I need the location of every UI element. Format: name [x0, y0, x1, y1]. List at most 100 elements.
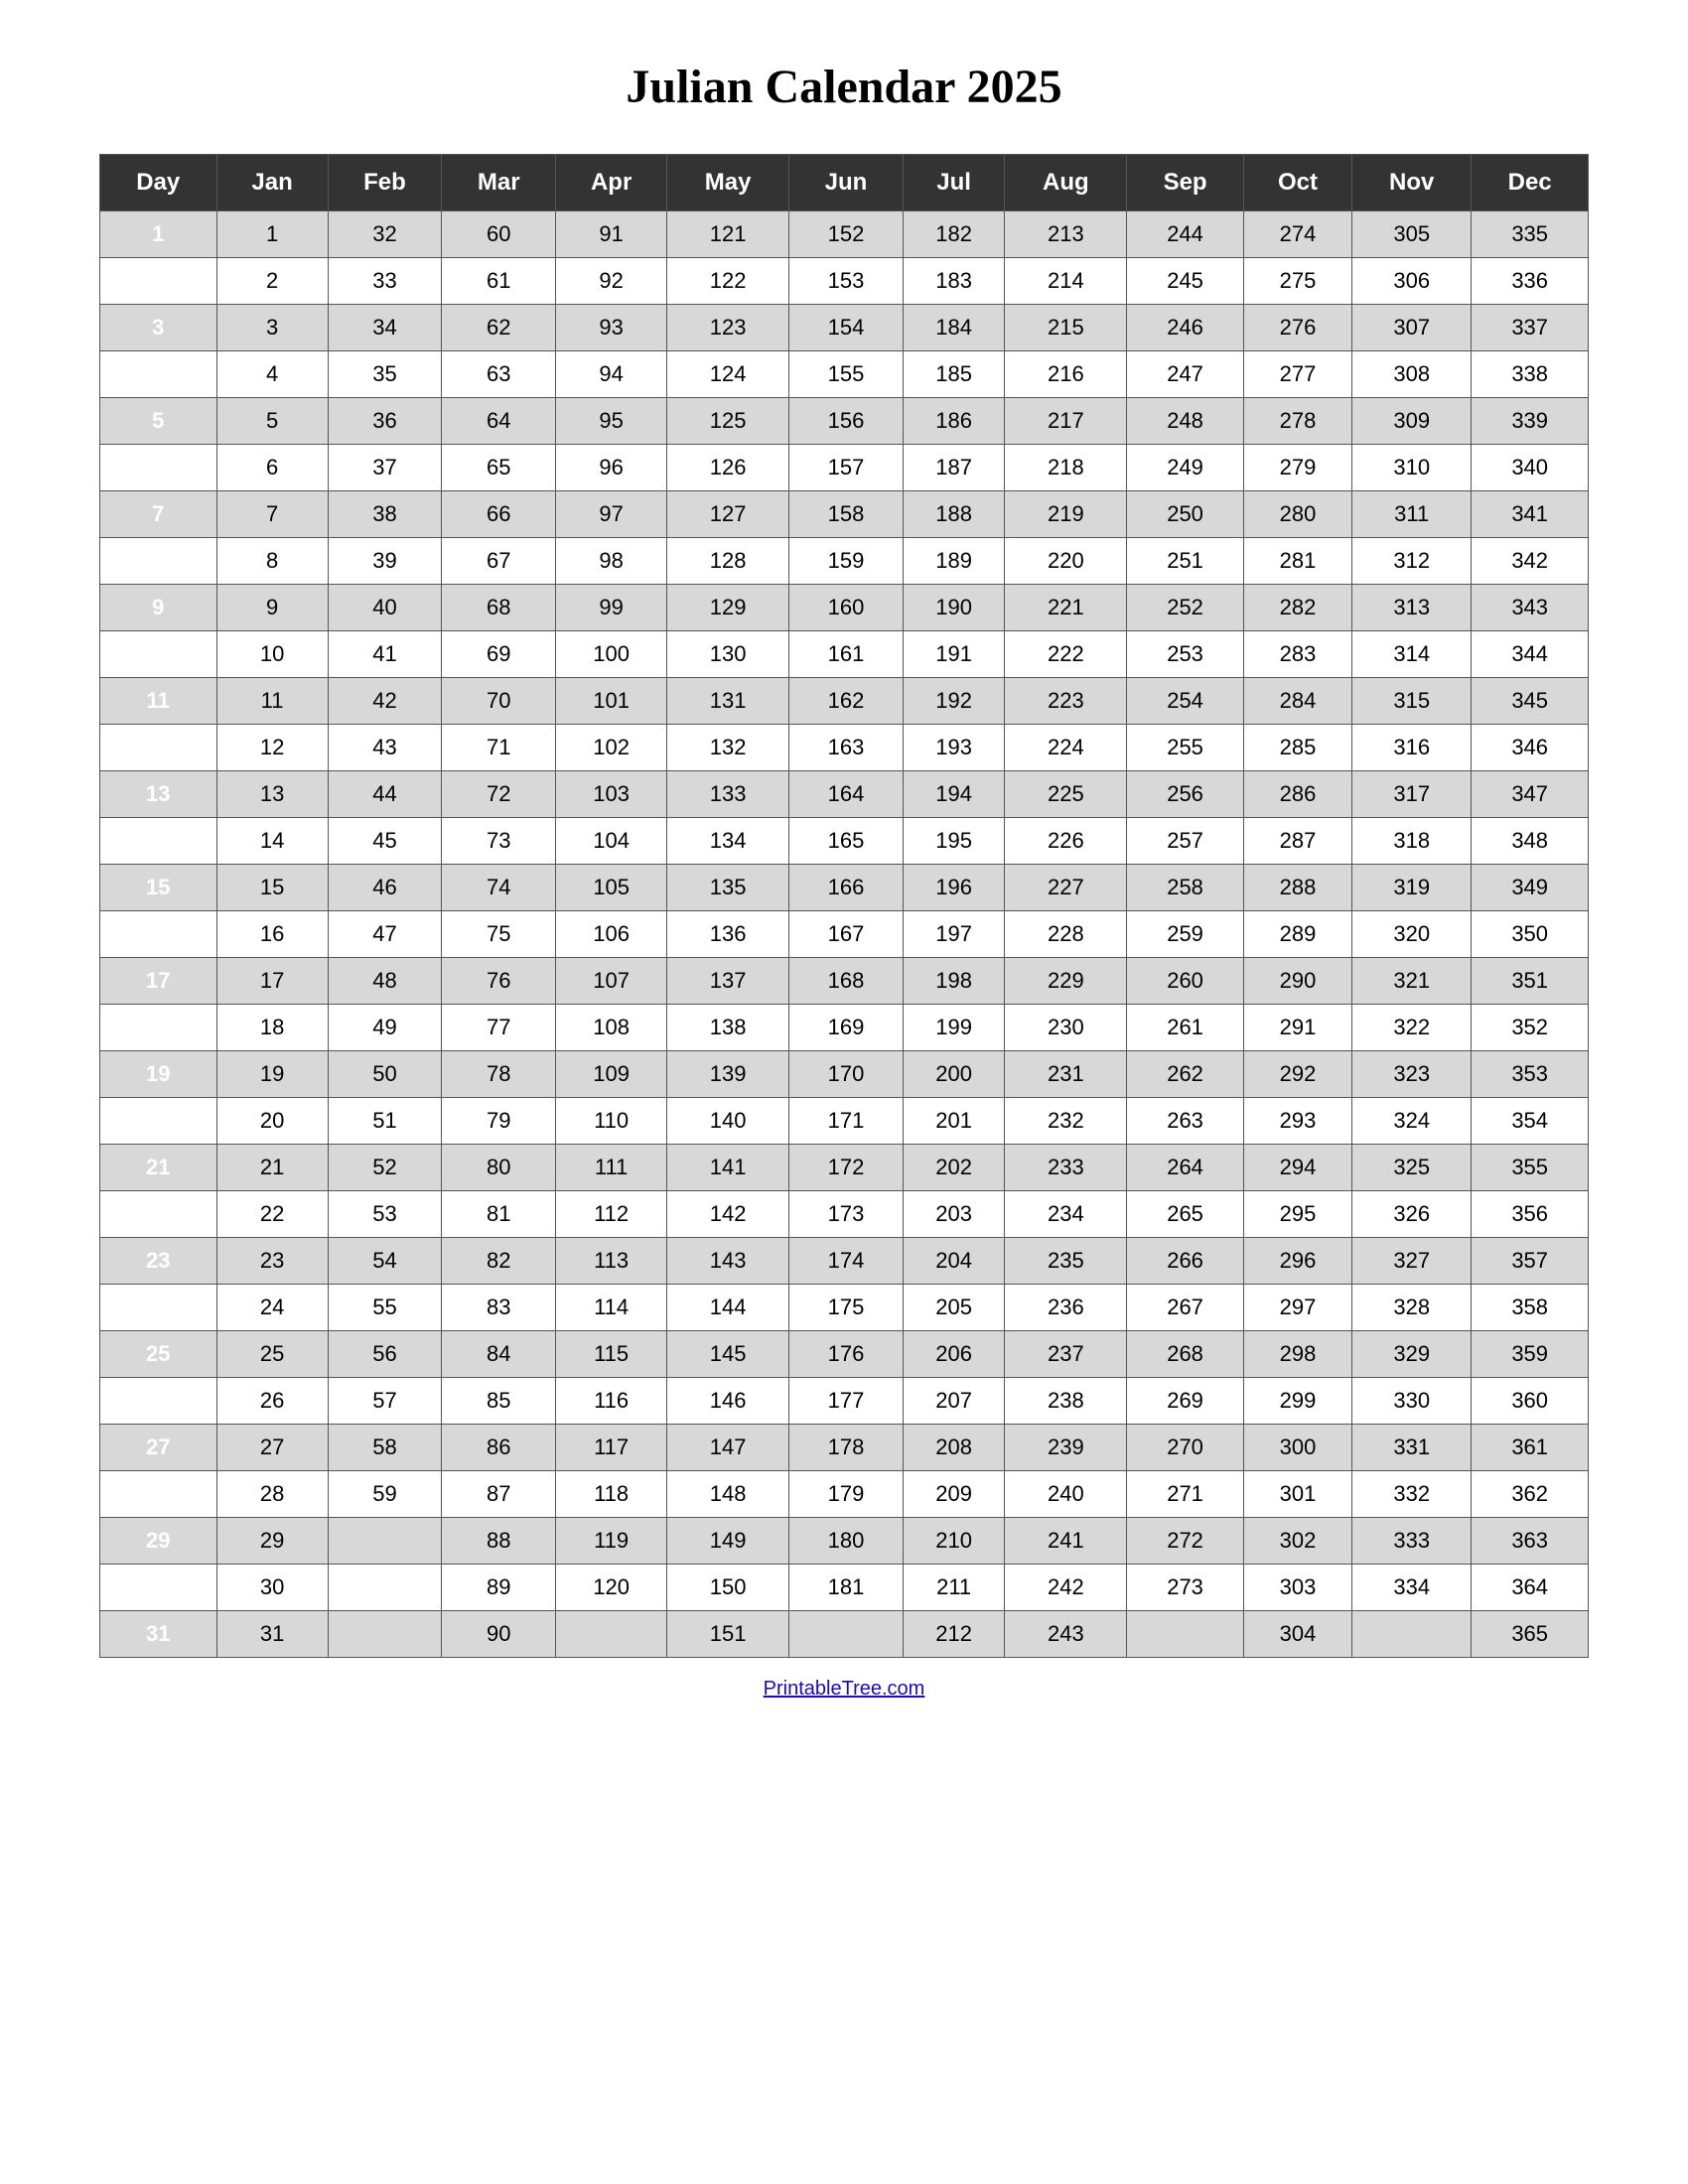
oct-cell: 281	[1243, 538, 1351, 585]
apr-cell: 103	[556, 771, 667, 818]
feb-cell: 55	[328, 1285, 442, 1331]
jul-cell: 187	[903, 445, 1004, 491]
day-cell: 20	[100, 1098, 217, 1145]
jul-cell: 206	[903, 1331, 1004, 1378]
oct-cell: 296	[1243, 1238, 1351, 1285]
sep-cell: 269	[1127, 1378, 1244, 1425]
jun-cell: 163	[789, 725, 904, 771]
aug-cell: 227	[1005, 865, 1127, 911]
feb-cell: 56	[328, 1331, 442, 1378]
sep-cell: 248	[1127, 398, 1244, 445]
day-cell: 12	[100, 725, 217, 771]
jan-cell: 12	[216, 725, 328, 771]
dec-cell: 354	[1472, 1098, 1589, 1145]
nov-cell: 317	[1352, 771, 1472, 818]
table-row: 55366495125156186217248278309339	[100, 398, 1589, 445]
day-cell: 10	[100, 631, 217, 678]
aug-cell: 236	[1005, 1285, 1127, 1331]
table-row: 27275886117147178208239270300331361	[100, 1425, 1589, 1471]
jan-cell: 10	[216, 631, 328, 678]
jan-cell: 4	[216, 351, 328, 398]
jan-cell: 25	[216, 1331, 328, 1378]
col-header-oct: Oct	[1243, 155, 1351, 211]
day-cell: 15	[100, 865, 217, 911]
aug-cell: 224	[1005, 725, 1127, 771]
day-cell: 6	[100, 445, 217, 491]
table-row: 19195078109139170200231262292323353	[100, 1051, 1589, 1098]
feb-cell: 39	[328, 538, 442, 585]
jan-cell: 7	[216, 491, 328, 538]
day-cell: 24	[100, 1285, 217, 1331]
jun-cell: 152	[789, 211, 904, 258]
dec-cell: 346	[1472, 725, 1589, 771]
mar-cell: 64	[442, 398, 556, 445]
sep-cell: 252	[1127, 585, 1244, 631]
oct-cell: 302	[1243, 1518, 1351, 1565]
apr-cell: 109	[556, 1051, 667, 1098]
dec-cell: 343	[1472, 585, 1589, 631]
mar-cell: 76	[442, 958, 556, 1005]
nov-cell: 333	[1352, 1518, 1472, 1565]
day-cell: 11	[100, 678, 217, 725]
oct-cell: 286	[1243, 771, 1351, 818]
jun-cell: 179	[789, 1471, 904, 1518]
nov-cell: 331	[1352, 1425, 1472, 1471]
dec-cell: 344	[1472, 631, 1589, 678]
jan-cell: 16	[216, 911, 328, 958]
oct-cell: 279	[1243, 445, 1351, 491]
table-row: 33346293123154184215246276307337	[100, 305, 1589, 351]
dec-cell: 359	[1472, 1331, 1589, 1378]
oct-cell: 285	[1243, 725, 1351, 771]
sep-cell: 268	[1127, 1331, 1244, 1378]
oct-cell: 295	[1243, 1191, 1351, 1238]
day-cell: 5	[100, 398, 217, 445]
table-row: 18184977108138169199230261291322352	[100, 1005, 1589, 1051]
apr-cell: 120	[556, 1565, 667, 1611]
feb-cell: 49	[328, 1005, 442, 1051]
jan-cell: 9	[216, 585, 328, 631]
table-row: 23235482113143174204235266296327357	[100, 1238, 1589, 1285]
may-cell: 129	[667, 585, 789, 631]
aug-cell: 231	[1005, 1051, 1127, 1098]
aug-cell: 228	[1005, 911, 1127, 958]
jan-cell: 14	[216, 818, 328, 865]
mar-cell: 79	[442, 1098, 556, 1145]
jul-cell: 203	[903, 1191, 1004, 1238]
apr-cell: 92	[556, 258, 667, 305]
aug-cell: 225	[1005, 771, 1127, 818]
nov-cell: 319	[1352, 865, 1472, 911]
aug-cell: 220	[1005, 538, 1127, 585]
nov-cell: 322	[1352, 1005, 1472, 1051]
table-row: 20205179110140171201232263293324354	[100, 1098, 1589, 1145]
aug-cell: 219	[1005, 491, 1127, 538]
sep-cell: 254	[1127, 678, 1244, 725]
dec-cell: 362	[1472, 1471, 1589, 1518]
jan-cell: 18	[216, 1005, 328, 1051]
feb-cell: 52	[328, 1145, 442, 1191]
jan-cell: 15	[216, 865, 328, 911]
apr-cell: 111	[556, 1145, 667, 1191]
nov-cell: 309	[1352, 398, 1472, 445]
jun-cell: 162	[789, 678, 904, 725]
day-cell: 30	[100, 1565, 217, 1611]
table-row: 13134472103133164194225256286317347	[100, 771, 1589, 818]
sep-cell: 251	[1127, 538, 1244, 585]
mar-cell: 70	[442, 678, 556, 725]
aug-cell: 237	[1005, 1331, 1127, 1378]
jun-cell: 160	[789, 585, 904, 631]
nov-cell: 332	[1352, 1471, 1472, 1518]
jan-cell: 28	[216, 1471, 328, 1518]
feb-cell: 32	[328, 211, 442, 258]
apr-cell: 112	[556, 1191, 667, 1238]
mar-cell: 63	[442, 351, 556, 398]
aug-cell: 243	[1005, 1611, 1127, 1658]
table-row: 28285987118148179209240271301332362	[100, 1471, 1589, 1518]
feb-cell: 48	[328, 958, 442, 1005]
footer-link[interactable]: PrintableTree.com	[764, 1678, 925, 1701]
jun-cell: 170	[789, 1051, 904, 1098]
nov-cell: 324	[1352, 1098, 1472, 1145]
jun-cell: 171	[789, 1098, 904, 1145]
table-row: 99406899129160190221252282313343	[100, 585, 1589, 631]
mar-cell: 61	[442, 258, 556, 305]
dec-cell: 360	[1472, 1378, 1589, 1425]
